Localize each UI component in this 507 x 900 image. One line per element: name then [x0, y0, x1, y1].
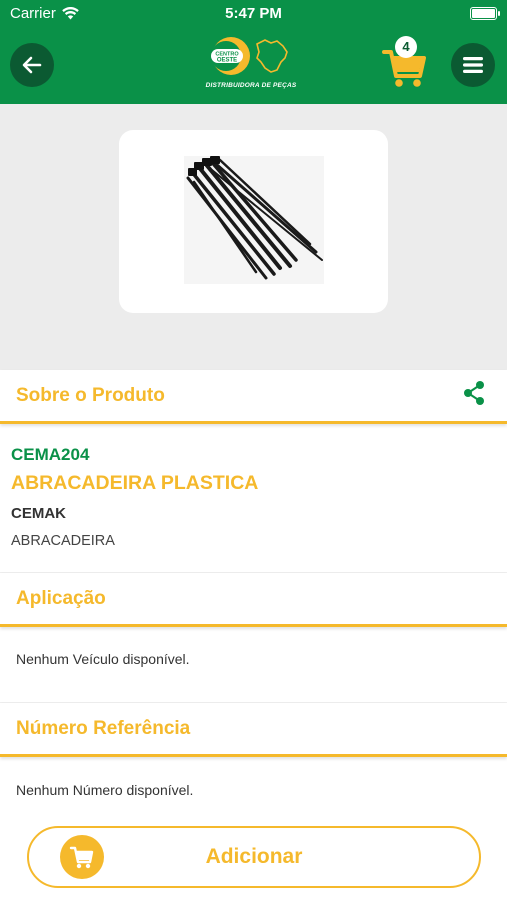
logo-mark: CENTRO OESTE [211, 37, 288, 75]
share-icon [464, 381, 484, 405]
share-button[interactable] [463, 380, 485, 411]
add-button-label: Adicionar [205, 845, 303, 868]
add-to-cart-button[interactable]: Adicionar [27, 826, 481, 888]
product-image [184, 156, 324, 284]
product-image-card[interactable] [119, 130, 388, 313]
arrow-left-icon [22, 56, 42, 74]
menu-button[interactable] [451, 43, 495, 87]
product-category: ABRACADEIRA [11, 533, 115, 549]
product-sku: CEMA204 [11, 445, 90, 464]
about-product-header: Sobre o Produto [0, 370, 507, 424]
brand-logo: CENTRO OESTE DISTRIBUIDORA DE PEÇAS [205, 34, 297, 94]
product-brand: CEMAK [11, 505, 66, 522]
top-nav-bar: CENTRO OESTE DISTRIBUIDORA DE PEÇAS 4 [0, 28, 507, 104]
application-title: Aplicação [16, 588, 106, 609]
battery-icon [470, 7, 500, 20]
status-bar: Carrier 5:47 PM [0, 0, 507, 28]
back-button[interactable] [10, 43, 54, 87]
reference-header: Número Referência [0, 703, 507, 757]
cart-count-badge: 4 [395, 36, 417, 58]
application-text: Nenhum Veículo disponível. [16, 651, 190, 667]
product-name: ABRACADEIRA PLASTICA [11, 472, 259, 494]
logo-word-2: OESTE [217, 58, 237, 64]
menu-icon [463, 57, 483, 73]
clock: 5:47 PM [225, 5, 282, 22]
about-product-title: Sobre o Produto [16, 385, 165, 406]
reference-title: Número Referência [16, 718, 191, 739]
logo-tagline: DISTRIBUIDORA DE PEÇAS [205, 82, 297, 89]
cart-button[interactable]: 4 [380, 36, 428, 90]
product-image-area [0, 104, 507, 370]
reference-text: Nenhum Número disponível. [16, 782, 194, 798]
application-header: Aplicação [0, 573, 507, 627]
